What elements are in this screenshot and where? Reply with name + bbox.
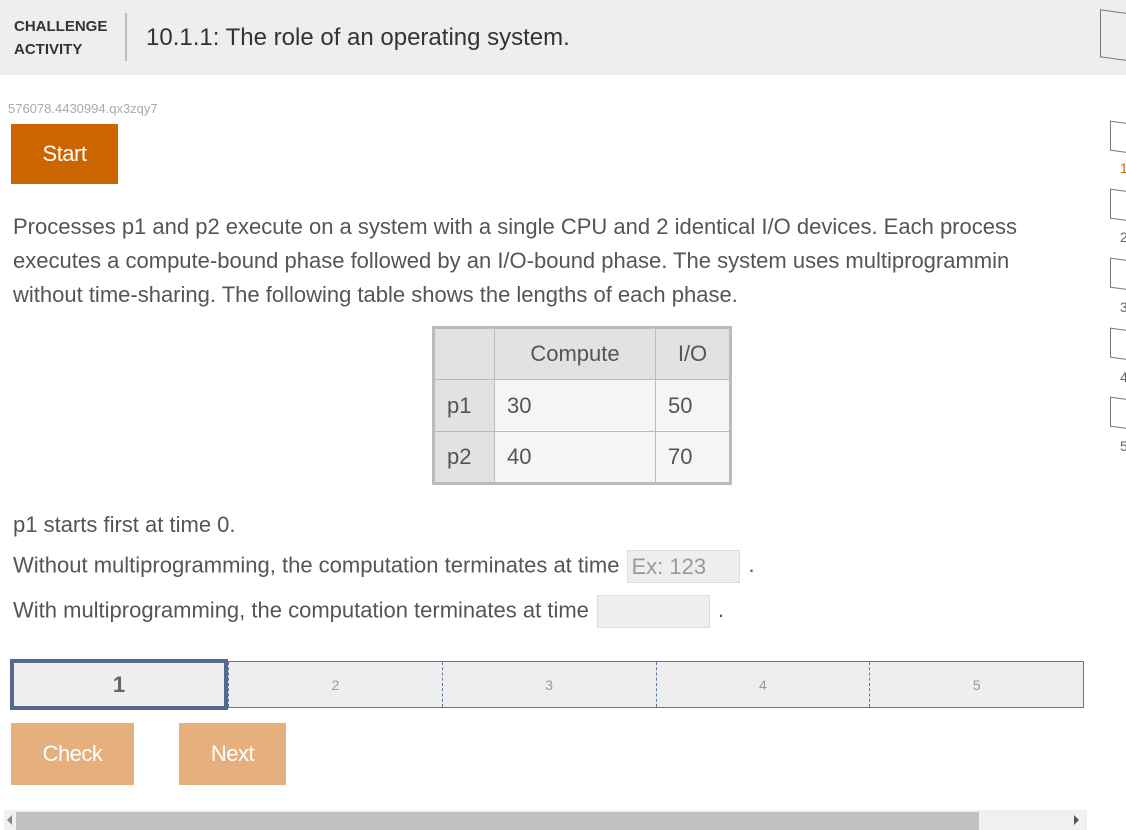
prompt-line: executes a compute-bound phase followed …	[13, 248, 1010, 273]
side-level-1: 1	[1120, 160, 1126, 176]
question-1-text: Without multiprogramming, the computatio…	[13, 552, 620, 578]
period: .	[717, 597, 725, 623]
question-intro: p1 starts first at time 0.	[13, 512, 236, 537]
side-level-4: 4	[1120, 369, 1126, 385]
problem-prompt: Processes p1 and p2 execute on a system …	[13, 210, 1093, 312]
question-2-text: With multiprogramming, the computation t…	[13, 597, 589, 623]
table-header	[433, 327, 495, 380]
level-3[interactable]: 3	[441, 662, 656, 707]
divider	[125, 13, 127, 61]
completion-box-icon	[1100, 9, 1126, 63]
label-line2: ACTIVITY	[14, 41, 83, 58]
side-level-3: 3	[1120, 299, 1126, 315]
challenge-activity-label: CHALLENGE ACTIVITY	[14, 15, 107, 61]
level-progress-bar: 1 2 3 4 5	[10, 659, 1084, 710]
level-box-icon	[1110, 188, 1126, 222]
start-button[interactable]: Start	[11, 124, 118, 184]
next-button[interactable]: Next	[179, 723, 286, 785]
level-1[interactable]: 1	[10, 659, 228, 710]
period: .	[748, 552, 755, 578]
level-5[interactable]: 5	[869, 662, 1083, 707]
phase-table: Compute I/O p1 30 50 p2 40 70	[432, 326, 732, 485]
question-1: Without multiprogramming, the computatio…	[13, 550, 755, 583]
table-cell: 30	[494, 379, 656, 432]
question-2: With multiprogramming, the computation t…	[13, 595, 724, 628]
scroll-left-icon[interactable]	[7, 815, 12, 825]
answer-1-input[interactable]: Ex: 123	[627, 550, 741, 583]
table-cell: p2	[433, 431, 495, 484]
check-button[interactable]: Check	[11, 723, 134, 785]
table-row: p1 30 50	[433, 379, 731, 432]
table-cell: 40	[494, 431, 656, 484]
level-box-icon	[1110, 120, 1126, 154]
table-header: I/O	[655, 327, 731, 380]
table-cell: 50	[655, 379, 731, 432]
side-level-2: 2	[1120, 229, 1126, 245]
activity-title: 10.1.1: The role of an operating system.	[146, 24, 570, 51]
activity-header: CHALLENGE ACTIVITY 10.1.1: The role of an…	[0, 0, 1126, 75]
level-2[interactable]: 2	[228, 662, 442, 707]
horizontal-scrollbar[interactable]	[4, 810, 1087, 830]
table-row: p2 40 70	[433, 431, 731, 484]
answer-2-input[interactable]	[596, 595, 710, 628]
level-box-icon	[1110, 327, 1126, 361]
table-header-row: Compute I/O	[433, 327, 731, 380]
side-level-5: 5	[1120, 438, 1126, 454]
prompt-line: without time-sharing. The following tabl…	[13, 282, 738, 307]
table-cell: p1	[433, 379, 495, 432]
table-header: Compute	[494, 327, 656, 380]
activity-id: 576078.4430994.qx3zqy7	[8, 101, 158, 116]
table-cell: 70	[655, 431, 731, 484]
label-line1: CHALLENGE	[14, 18, 108, 35]
level-4[interactable]: 4	[655, 662, 870, 707]
level-box-icon	[1110, 396, 1126, 430]
level-box-icon	[1110, 257, 1126, 291]
prompt-line: Processes p1 and p2 execute on a system …	[13, 214, 1017, 239]
scroll-right-icon[interactable]	[1074, 815, 1079, 825]
scrollbar-thumb[interactable]	[16, 812, 979, 830]
